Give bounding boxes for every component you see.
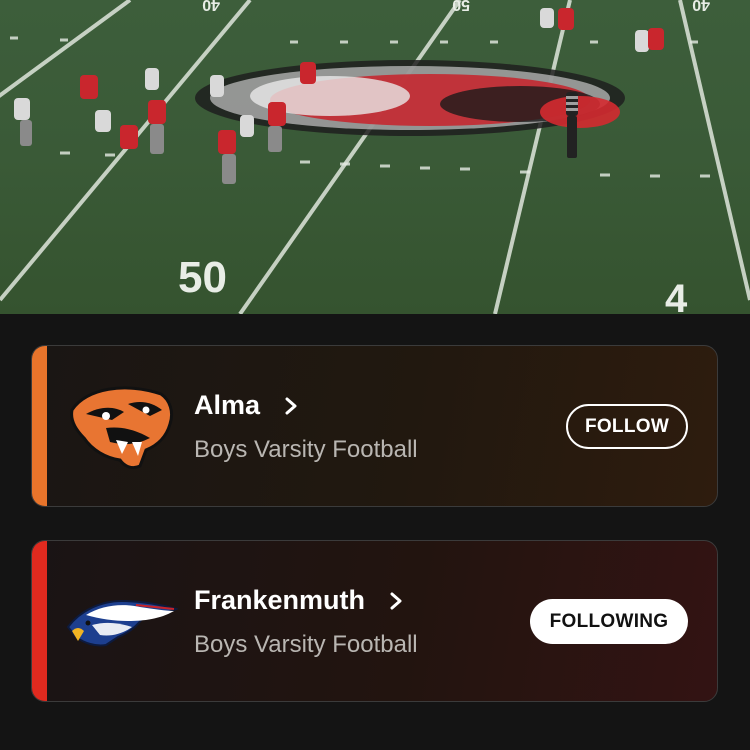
chevron-right-icon	[285, 397, 297, 414]
team-name: Frankenmuth	[194, 585, 366, 615]
team-sport: Boys Varsity Football	[194, 631, 418, 658]
team-accent-bar	[32, 346, 47, 506]
yard-number-40-top-right: 40	[692, 0, 710, 13]
team-sport: Boys Varsity Football	[194, 436, 418, 463]
team-accent-bar	[32, 541, 47, 701]
team-card-frankenmuth[interactable]: Frankenmuth Boys Varsity Football FOLLOW…	[31, 540, 718, 702]
yard-number-50-top: 50	[452, 0, 470, 13]
eagle-icon	[66, 599, 178, 647]
team-header[interactable]: Frankenmuth	[194, 585, 403, 616]
football-field: 50 4 40 50 40	[0, 0, 750, 314]
team-card-alma[interactable]: Alma Boys Varsity Football FOLLOW	[31, 345, 718, 507]
yard-number-50: 50	[178, 253, 227, 302]
yard-number-4: 4	[665, 277, 688, 314]
chevron-right-icon	[390, 592, 402, 609]
panther-icon	[70, 386, 174, 470]
midfield-logo	[195, 60, 625, 136]
game-video[interactable]: 50 4 40 50 40	[0, 0, 750, 314]
yard-number-40-top: 40	[202, 0, 220, 13]
team-list: Alma Boys Varsity Football FOLLOW Franke…	[0, 314, 750, 750]
follow-button[interactable]: FOLLOW	[566, 404, 688, 449]
following-button[interactable]: FOLLOWING	[530, 599, 688, 644]
team-header[interactable]: Alma	[194, 390, 298, 421]
team-name: Alma	[194, 390, 261, 420]
